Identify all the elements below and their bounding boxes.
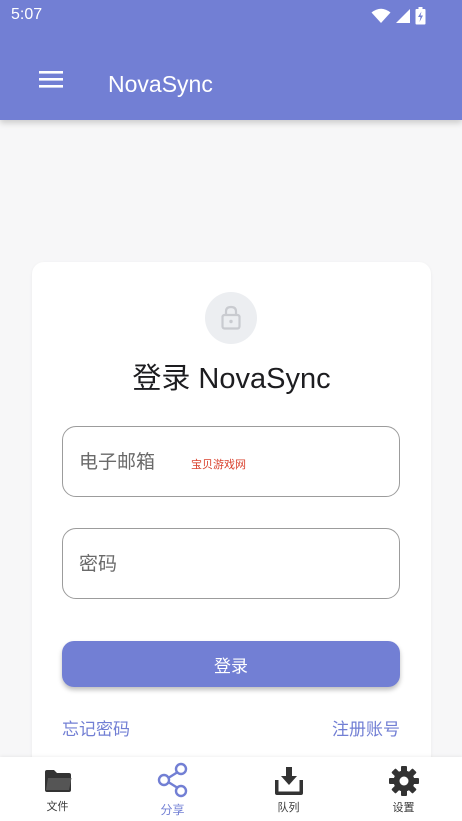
menu-button[interactable] bbox=[30, 58, 72, 100]
email-field-container: 宝贝游戏网 bbox=[62, 426, 400, 497]
status-bar: 5:07 bbox=[0, 0, 462, 34]
status-time: 5:07 bbox=[11, 6, 43, 23]
password-field[interactable] bbox=[79, 529, 379, 598]
password-field-container bbox=[62, 528, 400, 599]
wifi-icon bbox=[371, 8, 391, 23]
lock-icon bbox=[221, 305, 241, 330]
app-title: NovaSync bbox=[108, 71, 213, 97]
top-bar: 5:07 NovaSync bbox=[0, 0, 462, 120]
download-queue-icon bbox=[274, 767, 303, 795]
nav-label-settings: 设置 bbox=[392, 801, 415, 814]
nav-label-queue: 队列 bbox=[277, 801, 300, 814]
forgot-password-link[interactable]: 忘记密码 bbox=[62, 715, 130, 740]
nav-label-files: 文件 bbox=[46, 800, 69, 813]
login-card: 登录 NovaSync 宝贝游戏网 登录 忘记密码 注册账号 bbox=[32, 262, 431, 802]
nav-label-share: 分享 bbox=[160, 803, 185, 817]
gear-icon bbox=[388, 766, 419, 796]
hamburger-menu-icon bbox=[39, 71, 63, 88]
nav-item-settings[interactable]: 设置 bbox=[346, 757, 461, 821]
nav-item-queue[interactable]: 队列 bbox=[231, 757, 346, 821]
share-icon bbox=[157, 762, 187, 798]
status-icons bbox=[371, 7, 426, 25]
folder-icon bbox=[44, 770, 71, 792]
bottom-nav: 文件 分享 队列 设置 bbox=[0, 757, 462, 821]
watermark-text: 宝贝游戏网 bbox=[191, 458, 246, 471]
login-button[interactable]: 登录 bbox=[62, 641, 400, 687]
register-link[interactable]: 注册账号 bbox=[332, 715, 400, 740]
battery-icon bbox=[415, 7, 426, 25]
login-title: 登录 NovaSync bbox=[132, 363, 331, 395]
lock-avatar bbox=[205, 292, 257, 344]
nav-item-share[interactable]: 分享 bbox=[115, 757, 230, 821]
signal-icon bbox=[396, 9, 410, 23]
login-screen: 5:07 NovaSync 登录 NovaSync 电子邮箱 宝贝游戏网 登录 … bbox=[0, 0, 462, 821]
nav-item-files[interactable]: 文件 bbox=[0, 757, 115, 821]
app-bar: NovaSync bbox=[0, 42, 462, 120]
